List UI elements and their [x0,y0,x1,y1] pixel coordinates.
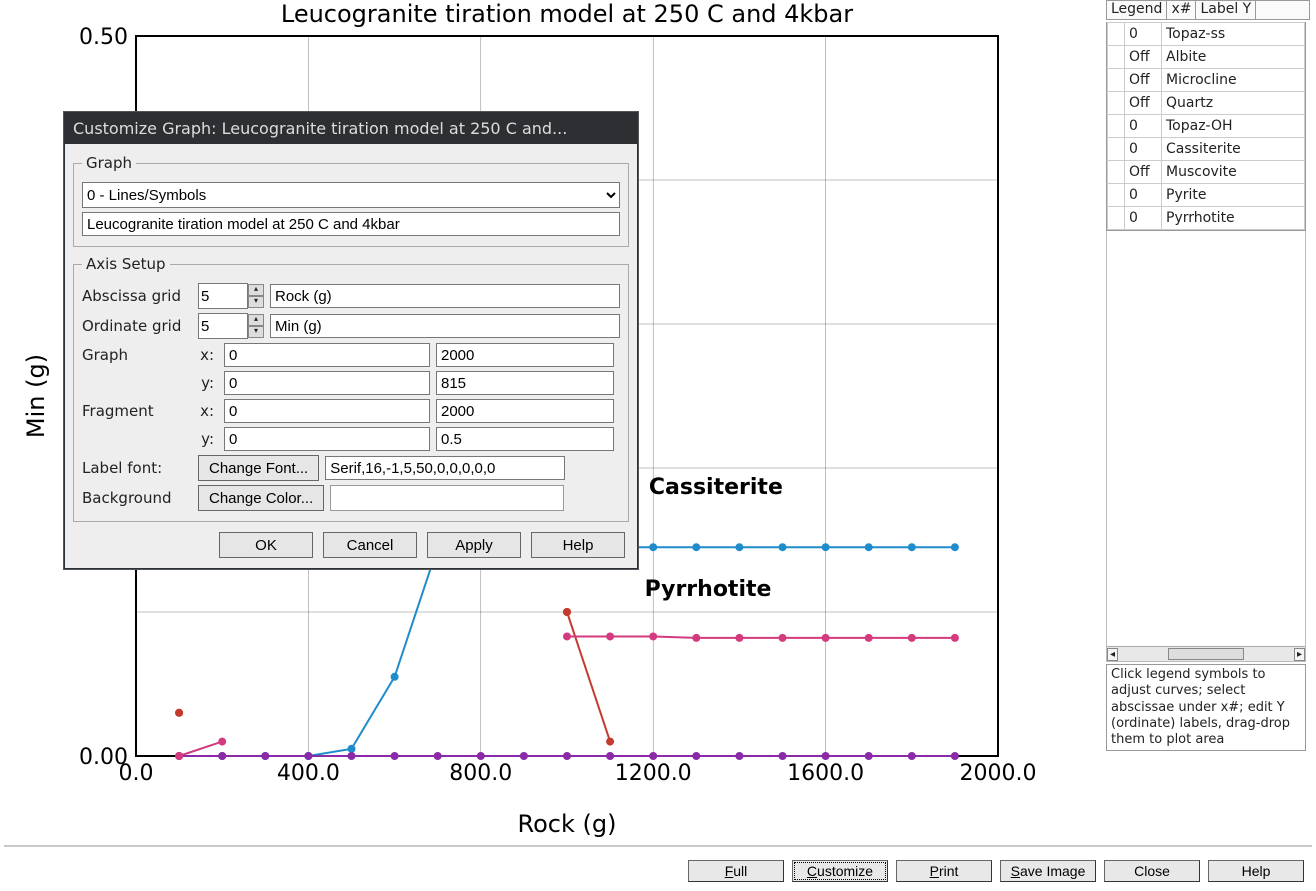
scroll-left-icon[interactable]: ◂ [1107,648,1118,661]
graph-x0-input[interactable] [224,343,430,367]
group-axis: Axis Setup Abscissa grid ▴▾ Ordinate gri… [73,255,629,522]
graph-x1-input[interactable] [436,343,614,367]
fragment-y1-input[interactable] [436,427,614,451]
bottom-toolbar: Full Customize Print Save Image Close He… [4,845,1312,891]
background-label: Background [82,489,192,507]
legend-row[interactable]: 0Topaz-ss [1108,23,1305,46]
stepper-down-icon[interactable]: ▾ [248,326,264,338]
stepper-up-icon[interactable]: ▴ [248,314,264,326]
abscissa-grid-stepper[interactable]: ▴▾ [198,283,264,309]
svg-text:Leucogranite tiration model at: Leucogranite tiration model at 250 C and… [281,0,853,28]
abscissa-label: Abscissa grid [82,287,192,305]
svg-text:2000.0: 2000.0 [960,761,1037,786]
svg-text:Cassiterite: Cassiterite [649,475,783,500]
stepper-up-icon[interactable]: ▴ [248,284,264,296]
cancel-button[interactable]: Cancel [323,532,417,558]
y-colon-label: y: [198,374,214,392]
legend-header: Legend x# Label Y [1106,0,1310,20]
help-button-bottom[interactable]: Help [1208,860,1304,882]
legend-hscrollbar[interactable]: ◂ ▸ [1107,646,1305,661]
legend-header-xnum: x# [1167,1,1196,19]
fragment-range-label: Fragment [82,402,192,420]
font-value-field[interactable] [325,456,565,480]
svg-text:Rock (g): Rock (g) [518,810,617,838]
customize-button[interactable]: Customize [792,860,888,882]
legend-row[interactable]: 0Pyrite [1108,184,1305,207]
stepper-down-icon[interactable]: ▾ [248,296,264,308]
legend-header-legend: Legend [1107,1,1167,19]
group-axis-legend: Axis Setup [82,255,170,273]
svg-text:0.50: 0.50 [79,25,128,50]
graph-range-label: Graph [82,346,192,364]
scroll-thumb[interactable] [1168,648,1244,660]
legend-panel: Legend x# Label Y 0Topaz-ssOffAlbiteOffM… [1106,0,1310,840]
fragment-x1-input[interactable] [436,399,614,423]
change-color-button[interactable]: Change Color... [198,485,324,511]
change-font-button[interactable]: Change Font... [198,455,319,481]
svg-text:Pyrrhotite: Pyrrhotite [645,577,772,602]
abscissa-grid-input[interactable] [198,283,248,309]
x-colon-label: x: [198,402,214,420]
ordinate-label: Ordinate grid [82,317,192,335]
labelfont-label: Label font: [82,459,192,477]
legend-row[interactable]: 0Topaz-OH [1108,115,1305,138]
legend-hint: Click legend symbols to adjust curves; s… [1106,664,1306,751]
legend-row[interactable]: 0Cassiterite [1108,138,1305,161]
abscissa-name-input[interactable] [270,284,620,308]
fragment-y0-input[interactable] [224,427,430,451]
help-button[interactable]: Help [531,532,625,558]
legend-row[interactable]: OffMuscovite [1108,161,1305,184]
y-colon-label: y: [198,430,214,448]
ordinate-grid-stepper[interactable]: ▴▾ [198,313,264,339]
ordinate-name-input[interactable] [270,314,620,338]
save-image-button[interactable]: Save Image [1000,860,1096,882]
close-button[interactable]: Close [1104,860,1200,882]
ordinate-grid-input[interactable] [198,313,248,339]
legend-row[interactable]: OffMicrocline [1108,69,1305,92]
graph-y1-input[interactable] [436,371,614,395]
dialog-title: Customize Graph: Leucogranite tiration m… [65,113,637,144]
scroll-right-icon[interactable]: ▸ [1294,648,1305,661]
ok-button[interactable]: OK [219,532,313,558]
legend-row[interactable]: OffAlbite [1108,46,1305,69]
customize-dialog: Customize Graph: Leucogranite tiration m… [64,112,638,569]
svg-text:1600.0: 1600.0 [787,761,864,786]
graph-y0-input[interactable] [224,371,430,395]
apply-button[interactable]: Apply [427,532,521,558]
x-colon-label: x: [198,346,214,364]
legend-scroll-area[interactable]: ◂ ▸ [1106,231,1306,662]
svg-text:Min (g): Min (g) [22,354,50,438]
legend-row[interactable]: OffQuartz [1108,92,1305,115]
svg-text:400.0: 400.0 [277,761,340,786]
graph-type-select[interactable]: 0 - Lines/Symbols [82,182,620,208]
group-graph: Graph 0 - Lines/Symbols [73,154,629,247]
svg-text:800.0: 800.0 [449,761,512,786]
legend-row[interactable]: 0Pyrrhotite [1108,207,1305,230]
print-button[interactable]: Print [896,860,992,882]
full-button[interactable]: Full [688,860,784,882]
legend-header-label: Label Y [1196,1,1256,19]
background-swatch [330,485,564,511]
legend-table: 0Topaz-ssOffAlbiteOffMicroclineOffQuartz… [1106,22,1306,231]
fragment-x0-input[interactable] [224,399,430,423]
graph-title-input[interactable] [82,212,620,236]
svg-text:0.00: 0.00 [79,745,128,770]
svg-text:1200.0: 1200.0 [615,761,692,786]
group-graph-legend: Graph [82,154,136,172]
